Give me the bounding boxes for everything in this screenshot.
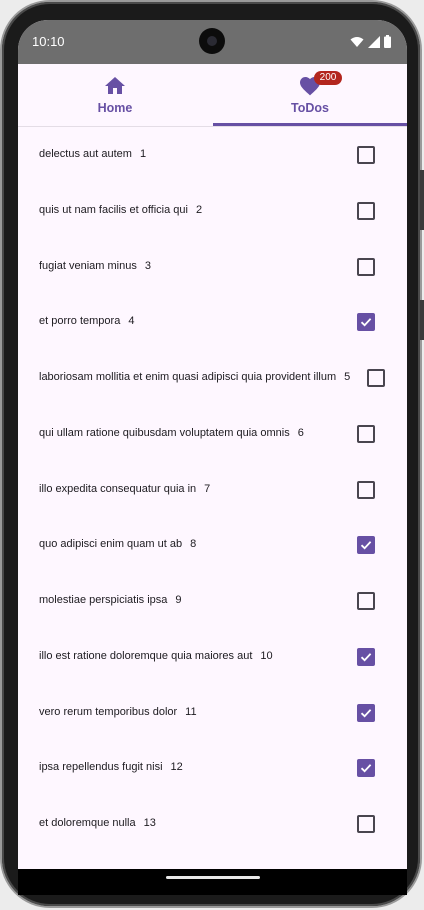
todo-id: 6 [297, 426, 304, 439]
todo-checkbox[interactable] [357, 703, 375, 722]
todo-text: delectus aut autem 1 [39, 127, 146, 183]
todo-text: illo est ratione doloremque quia maiores… [39, 629, 273, 685]
todo-text: illo expedita consequatur quia in 7 [39, 462, 210, 518]
todo-id: 3 [144, 259, 151, 272]
todo-checkbox[interactable] [357, 313, 375, 332]
tab-home-label: Home [97, 101, 133, 115]
todo-item[interactable]: et doloremque nulla 13 [18, 796, 407, 852]
todo-id: 8 [190, 538, 197, 551]
home-icon [103, 74, 127, 98]
todo-text: vero rerum temporibus dolor 11 [39, 685, 197, 741]
status-icons [350, 35, 391, 53]
wifi-icon [350, 35, 364, 53]
app-screen: 10:10 Home 200 ToDos delectus aut autem … [18, 20, 407, 869]
todo-id: 1 [139, 148, 147, 160]
power-button [420, 300, 424, 340]
todos-count-badge: 200 [314, 71, 342, 85]
todo-checkbox[interactable] [357, 815, 375, 833]
todo-item[interactable]: illo expedita consequatur quia in 7 [18, 462, 407, 518]
todo-item[interactable]: quo adipisci enim quam ut ab 8 [18, 517, 407, 573]
tab-bar: Home 200 ToDos [18, 64, 407, 127]
todo-text: molestiae perspiciatis ipsa 9 [39, 573, 182, 629]
todo-text: ipsa repellendus fugit nisi 12 [39, 740, 183, 796]
todo-checkbox[interactable] [357, 146, 375, 164]
selected-tab-indicator [213, 123, 407, 126]
tab-home[interactable]: Home [18, 64, 212, 126]
cell-signal-icon [368, 35, 380, 53]
todo-id: 12 [170, 761, 183, 774]
device-frame: 10:10 Home 200 ToDos delectus aut autem … [0, 0, 424, 910]
todo-id: 13 [143, 817, 156, 829]
todo-item[interactable]: molestiae perspiciatis ipsa 9 [18, 573, 407, 629]
todo-id: 7 [204, 482, 211, 495]
todo-id: 10 [260, 649, 273, 662]
todo-checkbox[interactable] [367, 369, 385, 387]
todo-item[interactable]: laboriosam mollitia et enim quasi adipis… [18, 350, 407, 406]
todo-checkbox[interactable] [357, 759, 375, 778]
battery-icon [384, 35, 391, 53]
todo-title: ipsa repellendus fugit nisi [39, 761, 163, 774]
todo-text: laboriosam mollitia et enim quasi adipis… [39, 350, 350, 406]
todo-title: illo expedita consequatur quia in [39, 482, 197, 495]
todo-item[interactable]: quis ut nam facilis et officia qui 2 [18, 183, 407, 239]
todo-list: delectus aut autem 1 quis ut nam facilis e… [18, 127, 407, 852]
todo-text: fugiat veniam minus 3 [39, 239, 151, 295]
todo-item[interactable]: fugiat veniam minus 3 [18, 239, 407, 295]
todo-item[interactable]: delectus aut autem 1 [18, 127, 407, 183]
todo-title: vero rerum temporibus dolor [39, 705, 178, 718]
todo-item[interactable]: et porro tempora 4 [18, 294, 407, 350]
tab-todos-label: ToDos [291, 101, 329, 115]
status-time: 10:10 [32, 34, 65, 49]
todo-checkbox[interactable] [357, 257, 375, 276]
todo-checkbox[interactable] [357, 647, 375, 666]
navigation-bar [18, 869, 407, 895]
tab-todos[interactable]: 200 ToDos [213, 64, 407, 126]
todo-text: quo adipisci enim quam ut ab 8 [39, 517, 196, 573]
todo-id: 9 [175, 594, 182, 606]
todo-title: qui ullam ratione quibusdam voluptatem q… [39, 426, 290, 439]
todo-id: 2 [195, 203, 203, 216]
todo-checkbox[interactable] [357, 536, 375, 555]
todo-item[interactable]: ipsa repellendus fugit nisi 12 [18, 740, 407, 796]
todo-title: fugiat veniam minus [39, 259, 137, 272]
todo-id: 5 [344, 371, 351, 383]
gesture-handle[interactable] [166, 876, 260, 879]
todo-checkbox[interactable] [357, 201, 375, 220]
todo-title: et porro tempora [39, 315, 121, 328]
todo-checkbox[interactable] [357, 424, 375, 443]
todo-id: 11 [185, 705, 197, 718]
status-bar: 10:10 [18, 20, 407, 64]
todo-title: laboriosam mollitia et enim quasi adipis… [39, 371, 337, 383]
volume-button [420, 170, 424, 230]
todo-title: et doloremque nulla [39, 817, 136, 829]
todo-checkbox[interactable] [357, 592, 375, 610]
todo-title: delectus aut autem [39, 148, 132, 160]
todo-text: et doloremque nulla 13 [39, 796, 156, 852]
todo-id: 4 [128, 315, 135, 328]
todo-title: molestiae perspiciatis ipsa [39, 594, 168, 606]
todo-text: qui ullam ratione quibusdam voluptatem q… [39, 406, 304, 462]
camera-cutout [199, 28, 225, 54]
todo-title: illo est ratione doloremque quia maiores… [39, 649, 253, 662]
todo-title: quis ut nam facilis et officia qui [39, 203, 188, 216]
todo-checkbox[interactable] [357, 480, 375, 499]
todo-item[interactable]: illo est ratione doloremque quia maiores… [18, 629, 407, 685]
todo-text: et porro tempora 4 [39, 294, 134, 350]
todo-item[interactable]: qui ullam ratione quibusdam voluptatem q… [18, 406, 407, 462]
todo-item[interactable]: vero rerum temporibus dolor 11 [18, 685, 407, 741]
todo-title: quo adipisci enim quam ut ab [39, 538, 183, 551]
todo-text: quis ut nam facilis et officia qui 2 [39, 183, 202, 239]
